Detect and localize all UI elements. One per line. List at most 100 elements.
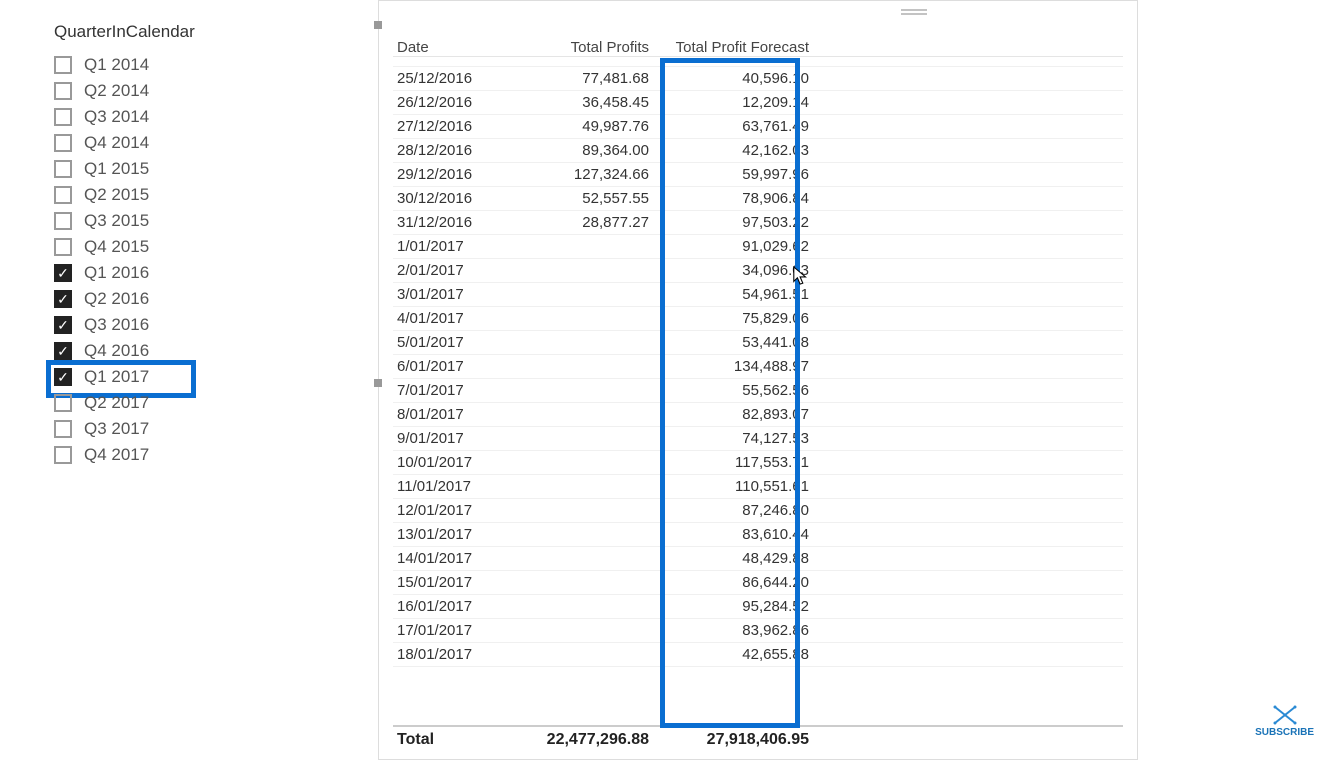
column-header-total-profit-forecast[interactable]: Total Profit Forecast [653, 39, 813, 56]
slicer-item[interactable]: Q3 2017 [54, 416, 304, 442]
table-row[interactable]: 30/12/201652,557.5578,906.84 [393, 187, 1123, 211]
table-row[interactable]: 15/01/201786,644.20 [393, 571, 1123, 595]
cell-forecast: 63,761.49 [653, 117, 813, 136]
cell-forecast: 74,127.53 [653, 429, 813, 448]
checkbox-icon[interactable] [54, 394, 72, 412]
checkbox-icon[interactable] [54, 420, 72, 438]
slicer-item[interactable]: Q2 2017 [54, 390, 304, 416]
checkbox-icon[interactable] [54, 238, 72, 256]
table-row[interactable]: 1/01/201791,029.62 [393, 235, 1123, 259]
table-row[interactable]: 3/01/201754,961.51 [393, 283, 1123, 307]
slicer-item-label: Q1 2015 [84, 159, 149, 179]
cell-date: 30/12/2016 [393, 189, 513, 208]
checkbox-icon[interactable]: ✓ [54, 264, 72, 282]
slicer-item-label: Q4 2015 [84, 237, 149, 257]
cell-total-profits [513, 501, 653, 520]
cell-date: 7/01/2017 [393, 381, 513, 400]
column-header-total-profits[interactable]: Total Profits [513, 39, 653, 56]
drag-handle-icon[interactable] [901, 9, 927, 15]
cell-forecast: 78,906.84 [653, 189, 813, 208]
subscribe-watermark: SUBSCRIBE [1255, 705, 1314, 738]
table-visual[interactable]: Date Total Profits Total Profit Forecast… [378, 0, 1138, 760]
slicer-item[interactable]: ✓Q1 2016 [54, 260, 304, 286]
slicer-item[interactable]: Q3 2014 [54, 104, 304, 130]
table-row[interactable]: 11/01/2017110,551.61 [393, 475, 1123, 499]
table-row[interactable]: 13/01/201783,610.44 [393, 523, 1123, 547]
slicer-item-label: Q2 2014 [84, 81, 149, 101]
checkbox-icon[interactable]: ✓ [54, 290, 72, 308]
cell-total-profits [513, 285, 653, 304]
table-row[interactable]: 12/01/201787,246.80 [393, 499, 1123, 523]
resize-handle[interactable] [374, 379, 382, 387]
cell-date: 27/12/2016 [393, 117, 513, 136]
slicer-item[interactable]: Q1 2014 [54, 52, 304, 78]
cell-total-profits: 52,557.55 [513, 189, 653, 208]
cell-forecast: 42,162.03 [653, 141, 813, 160]
cell-forecast: 95,284.52 [653, 597, 813, 616]
slicer-item[interactable]: Q1 2015 [54, 156, 304, 182]
table-row[interactable]: 18/01/201742,655.88 [393, 643, 1123, 667]
checkbox-icon[interactable] [54, 56, 72, 74]
checkbox-icon[interactable]: ✓ [54, 342, 72, 360]
table-row[interactable]: 31/12/201628,877.2797,503.22 [393, 211, 1123, 235]
table-row[interactable]: 4/01/201775,829.06 [393, 307, 1123, 331]
cell-total-profits [513, 237, 653, 256]
table-row[interactable]: 7/01/201755,562.56 [393, 379, 1123, 403]
cell-total-profits [513, 477, 653, 496]
table-row[interactable]: 5/01/201753,441.08 [393, 331, 1123, 355]
table-row[interactable]: 16/01/201795,284.52 [393, 595, 1123, 619]
cell-total-profits: 77,481.68 [513, 69, 653, 88]
table-row[interactable]: 27/12/201649,987.7663,761.49 [393, 115, 1123, 139]
cell-total-profits [513, 357, 653, 376]
table-row[interactable]: 28/12/201689,364.0042,162.03 [393, 139, 1123, 163]
slicer-item-label: Q1 2017 [84, 367, 149, 387]
table-row[interactable]: 17/01/201783,962.86 [393, 619, 1123, 643]
table-row[interactable]: 14/01/201748,429.88 [393, 547, 1123, 571]
cell-forecast: 75,829.06 [653, 309, 813, 328]
cell-total-profits: 36,458.45 [513, 93, 653, 112]
checkbox-icon[interactable] [54, 134, 72, 152]
table-row[interactable]: 10/01/2017117,553.71 [393, 451, 1123, 475]
checkbox-icon[interactable] [54, 108, 72, 126]
checkbox-icon[interactable]: ✓ [54, 368, 72, 386]
table-row[interactable]: 43,420.55 [393, 57, 1123, 67]
cell-forecast: 59,997.96 [653, 165, 813, 184]
slicer-item[interactable]: Q2 2015 [54, 182, 304, 208]
slicer-item-label: Q3 2016 [84, 315, 149, 335]
slicer-item[interactable]: Q4 2015 [54, 234, 304, 260]
table-row[interactable]: 8/01/201782,893.07 [393, 403, 1123, 427]
slicer-item[interactable]: Q3 2015 [54, 208, 304, 234]
column-header-date[interactable]: Date [393, 39, 513, 56]
table-row[interactable]: 2/01/201734,096.03 [393, 259, 1123, 283]
table-row[interactable]: 6/01/2017134,488.97 [393, 355, 1123, 379]
cell-forecast: 97,503.22 [653, 213, 813, 232]
slicer-item-label: Q2 2017 [84, 393, 149, 413]
cell-date: 2/01/2017 [393, 261, 513, 280]
slicer-item[interactable]: ✓Q4 2016 [54, 338, 304, 364]
cell-forecast: 86,644.20 [653, 573, 813, 592]
slicer-item[interactable]: ✓ Q3 2016 [54, 312, 304, 338]
cell-date: 11/01/2017 [393, 477, 513, 496]
table-row[interactable]: 9/01/201774,127.53 [393, 427, 1123, 451]
checkbox-icon[interactable] [54, 82, 72, 100]
cell-date: 25/12/2016 [393, 69, 513, 88]
cell-forecast: 82,893.07 [653, 405, 813, 424]
slicer-item[interactable]: ✓Q2 2016 [54, 286, 304, 312]
table-row[interactable]: 25/12/201677,481.6840,596.10 [393, 67, 1123, 91]
cell-total-profits [513, 381, 653, 400]
slicer-item[interactable]: Q4 2014 [54, 130, 304, 156]
checkbox-icon[interactable] [54, 160, 72, 178]
cell-forecast: 12,209.14 [653, 93, 813, 112]
slicer-item[interactable]: Q2 2014 [54, 78, 304, 104]
cell-forecast: 83,610.44 [653, 525, 813, 544]
checkbox-icon[interactable]: ✓ [54, 316, 72, 334]
slicer-item[interactable]: ✓ Q1 2017 [54, 364, 304, 390]
table-container: Date Total Profits Total Profit Forecast… [393, 39, 1123, 749]
table-row[interactable]: 26/12/201636,458.4512,209.14 [393, 91, 1123, 115]
checkbox-icon[interactable] [54, 446, 72, 464]
table-row[interactable]: 29/12/2016127,324.6659,997.96 [393, 163, 1123, 187]
resize-handle[interactable] [374, 21, 382, 29]
checkbox-icon[interactable] [54, 186, 72, 204]
checkbox-icon[interactable] [54, 212, 72, 230]
slicer-item[interactable]: Q4 2017 [54, 442, 304, 468]
